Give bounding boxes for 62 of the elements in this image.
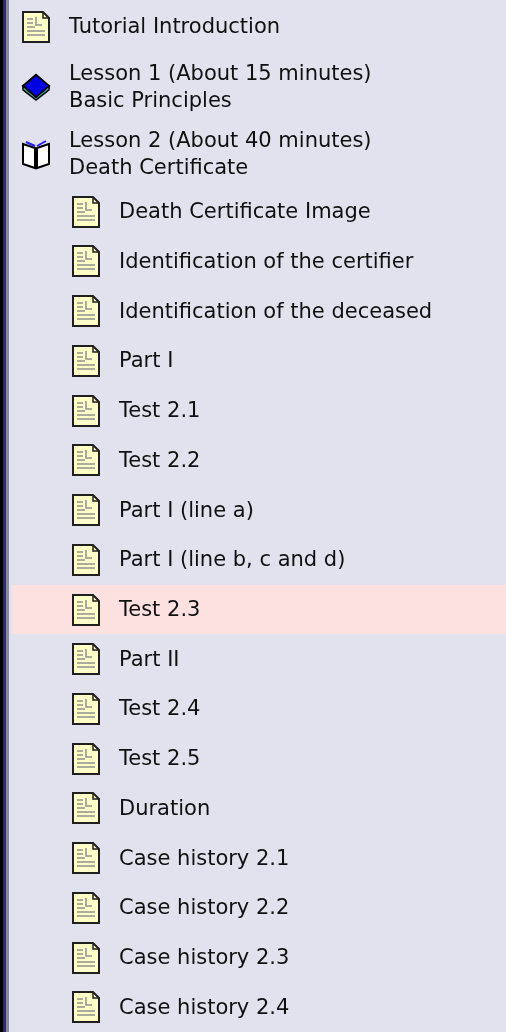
item-title: Test 2.4 — [119, 695, 201, 723]
document-icon — [71, 941, 101, 974]
document-icon — [71, 742, 101, 775]
tree-item[interactable]: Case history 2.4 — [12, 982, 506, 1032]
document-icon — [71, 543, 101, 576]
tree-item[interactable]: Test 2.2 — [12, 435, 506, 486]
item-title: Identification of the certifier — [119, 248, 414, 275]
document-icon — [71, 245, 101, 278]
book-icon — [21, 72, 51, 102]
document-icon — [71, 394, 101, 427]
item-title: Case history 2.3 — [119, 944, 290, 972]
tree-item[interactable]: Test 2.1 — [12, 385, 506, 436]
document-icon — [71, 295, 101, 328]
item-title: Duration — [119, 794, 211, 822]
tree-item[interactable]: Case history 2.3 — [12, 932, 506, 983]
document-icon — [71, 593, 101, 626]
tree-item[interactable]: Tutorial Introduction — [12, 0, 506, 54]
tree-item[interactable]: Part I (line a) — [12, 485, 506, 535]
item-title: Part I — [119, 347, 174, 375]
item-title: Part I (line a) — [119, 496, 254, 524]
item-title: Lesson 1 (About 15 minutes) — [69, 60, 372, 87]
tree-item[interactable]: Duration — [12, 783, 506, 834]
item-title: Identification of the deceased — [119, 297, 433, 325]
tree-item[interactable]: Death Certificate Image — [12, 186, 506, 237]
item-title: Tutorial Introduction — [69, 13, 281, 41]
tree-item[interactable]: Test 2.4 — [12, 684, 506, 734]
tree-item[interactable]: Identification of the certifier — [12, 236, 506, 287]
item-title: Part I (line b, c and d) — [119, 546, 346, 574]
tree-item[interactable]: Lesson 1 (About 15 minutes) Basic Principles — [12, 53, 506, 121]
item-title: Case history 2.4 — [119, 993, 290, 1021]
document-icon — [71, 444, 101, 477]
tree-item[interactable]: Part II — [12, 634, 506, 685]
item-title: Test 2.2 — [119, 446, 201, 474]
item-title: Lesson 2 (About 40 minutes) — [69, 126, 372, 154]
tree-item[interactable]: Test 2.5 — [12, 733, 506, 784]
item-title: Test 2.1 — [119, 397, 201, 425]
document-icon — [71, 692, 101, 725]
item-title: Test 2.3 — [119, 596, 201, 623]
tree-item[interactable]: Case history 2.1 — [12, 833, 506, 883]
document-icon — [71, 991, 101, 1024]
item-title: Death Certificate Image — [119, 198, 371, 226]
tree-item[interactable]: Test 2.3 — [12, 584, 506, 635]
document-icon — [71, 195, 101, 228]
document-icon — [71, 494, 101, 527]
open-book-icon — [21, 137, 51, 170]
tree-item[interactable]: Lesson 2 (About 40 minutes) Death Certificate — [12, 120, 506, 187]
document-icon — [71, 344, 101, 377]
item-subtitle: Death Certificate — [69, 153, 250, 181]
document-icon — [21, 10, 51, 43]
document-icon — [71, 891, 101, 924]
document-icon — [71, 792, 101, 825]
document-icon — [71, 842, 101, 875]
item-title: Test 2.5 — [119, 745, 201, 773]
item-subtitle: Basic Principles — [69, 87, 233, 114]
item-title: Case history 2.1 — [119, 844, 290, 872]
tree-item[interactable]: Part I (line b, c and d) — [12, 534, 506, 585]
tree-item[interactable]: Case history 2.2 — [12, 882, 506, 933]
item-title: Part II — [119, 645, 180, 673]
document-icon — [71, 643, 101, 676]
tree-item[interactable]: Identification of the deceased — [12, 286, 506, 337]
item-title: Case history 2.2 — [119, 894, 290, 922]
tree-item[interactable]: Part I — [12, 336, 506, 386]
